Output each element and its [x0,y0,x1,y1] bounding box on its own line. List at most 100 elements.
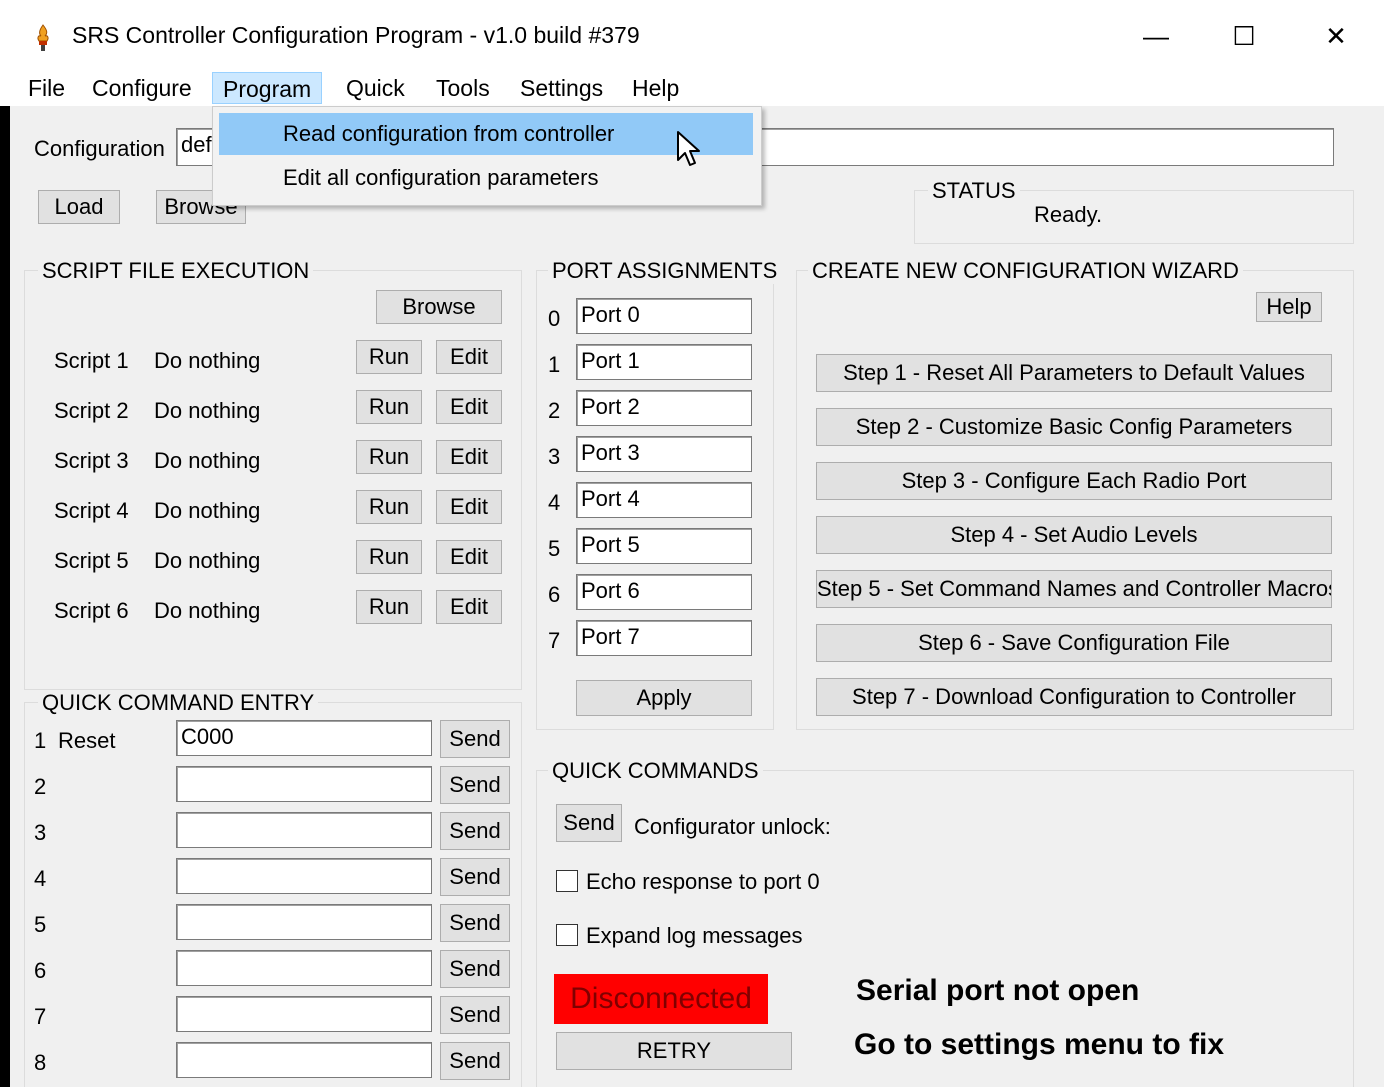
port-name-field[interactable]: Port 6 [576,574,752,610]
quick-entry-number: 7 [34,1004,47,1029]
quick-entry-send-button[interactable]: Send [440,812,510,850]
port-name-field[interactable]: Port 0 [576,298,752,334]
retry-button[interactable]: RETRY [556,1032,792,1070]
quick-entry-input[interactable] [176,950,432,986]
quick-entry-send-button[interactable]: Send [440,858,510,896]
quick-entry-send-button[interactable]: Send [440,1042,510,1080]
script-label: Script 4 [54,498,129,523]
script-edit-button[interactable]: Edit [436,440,502,474]
port-number: 3 [548,444,561,469]
close-button[interactable]: ✕ [1306,14,1366,58]
script-exec-group [24,270,522,690]
quick-entry-name: Reset [58,728,116,753]
menu-program[interactable]: Program [212,72,323,104]
quick-entry-number: 6 [34,958,47,983]
quick-entry-input[interactable] [176,858,432,894]
wizard-step-7-button[interactable]: Step 7 - Download Configuration to Contr… [816,678,1332,716]
quick-entry-send-button[interactable]: Send [440,950,510,988]
quick-entry-input[interactable] [176,904,432,940]
apply-ports-button[interactable]: Apply [576,680,752,716]
unlock-label: Configurator unlock: [634,814,831,839]
script-action: Do nothing [154,448,261,473]
script-browse-button[interactable]: Browse [376,290,502,324]
minimize-button[interactable]: — [1126,14,1186,58]
expand-log-checkbox[interactable] [556,924,578,946]
menu-quick[interactable]: Quick [336,72,415,104]
echo-response-checkbox[interactable] [556,870,578,892]
status-value: Ready. [1034,202,1103,227]
quick-commands-title: QUICK COMMANDS [548,758,763,784]
serial-port-message: Serial port not open [856,974,1140,1007]
script-label: Script 6 [54,598,129,623]
port-number: 7 [548,628,561,653]
script-label: Script 1 [54,348,129,373]
menu-help[interactable]: Help [622,72,689,104]
wizard-step-1-button[interactable]: Step 1 - Reset All Parameters to Default… [816,354,1332,392]
configuration-label: Configuration [34,136,165,161]
script-run-button[interactable]: Run [356,440,422,474]
load-button[interactable]: Load [38,190,120,224]
script-edit-button[interactable]: Edit [436,540,502,574]
quick-entry-number: 4 [34,866,47,891]
port-name-field[interactable]: Port 5 [576,528,752,564]
wizard-step-6-button[interactable]: Step 6 - Save Configuration File [816,624,1332,662]
wizard-help-button[interactable]: Help [1256,292,1322,322]
quick-entry-input[interactable] [176,1042,432,1078]
port-number: 4 [548,490,561,515]
script-label: Script 5 [54,548,129,573]
quick-entry-send-button[interactable]: Send [440,904,510,942]
menu-bar [0,72,1384,106]
menu-edit-all-config-params[interactable]: Edit all configuration parameters [219,157,753,199]
wizard-step-5-button[interactable]: Step 5 - Set Command Names and Controlle… [816,570,1332,608]
maximize-button[interactable]: ☐ [1214,14,1274,58]
script-run-button[interactable]: Run [356,540,422,574]
script-action: Do nothing [154,348,261,373]
script-edit-button[interactable]: Edit [436,590,502,624]
quick-entry-send-button[interactable]: Send [440,766,510,804]
echo-response-label: Echo response to port 0 [586,869,820,894]
script-run-button[interactable]: Run [356,590,422,624]
quick-entry-input[interactable] [176,996,432,1032]
menu-settings[interactable]: Settings [510,72,613,104]
port-name-field[interactable]: Port 1 [576,344,752,380]
port-name-field[interactable]: Port 2 [576,390,752,426]
script-run-button[interactable]: Run [356,390,422,424]
mouse-cursor-icon [677,131,700,166]
script-run-button[interactable]: Run [356,340,422,374]
menu-read-config-from-controller[interactable]: Read configuration from controller [219,113,753,155]
script-exec-title: SCRIPT FILE EXECUTION [38,258,314,284]
ports-title: PORT ASSIGNMENTS [548,258,782,284]
quick-entry-send-button[interactable]: Send [440,720,510,758]
quick-entry-input[interactable]: C000 [176,720,432,756]
quick-entry-input[interactable] [176,766,432,802]
window-left-edge [0,0,10,1087]
menu-configure[interactable]: Configure [82,72,202,104]
wizard-title: CREATE NEW CONFIGURATION WIZARD [808,258,1243,284]
port-name-field[interactable]: Port 3 [576,436,752,472]
unlock-send-button[interactable]: Send [556,804,622,842]
port-name-field[interactable]: Port 4 [576,482,752,518]
script-edit-button[interactable]: Edit [436,490,502,524]
wizard-step-3-button[interactable]: Step 3 - Configure Each Radio Port [816,462,1332,500]
script-action: Do nothing [154,498,261,523]
menu-tools[interactable]: Tools [426,72,500,104]
menu-file[interactable]: File [18,72,75,104]
port-number: 0 [548,306,561,331]
quick-entry-input[interactable] [176,812,432,848]
script-edit-button[interactable]: Edit [436,390,502,424]
wizard-step-2-button[interactable]: Step 2 - Customize Basic Config Paramete… [816,408,1332,446]
script-label: Script 3 [54,448,129,473]
script-action: Do nothing [154,598,261,623]
port-number: 5 [548,536,561,561]
quick-entry-number: 5 [34,912,47,937]
wizard-step-4-button[interactable]: Step 4 - Set Audio Levels [816,516,1332,554]
script-edit-button[interactable]: Edit [436,340,502,374]
port-number: 1 [548,352,561,377]
port-number: 2 [548,398,561,423]
window-title: SRS Controller Configuration Program - v… [72,22,640,48]
quick-entry-send-button[interactable]: Send [440,996,510,1034]
app-flame-icon [37,24,49,51]
status-title: STATUS [928,178,1020,204]
port-name-field[interactable]: Port 7 [576,620,752,656]
script-run-button[interactable]: Run [356,490,422,524]
